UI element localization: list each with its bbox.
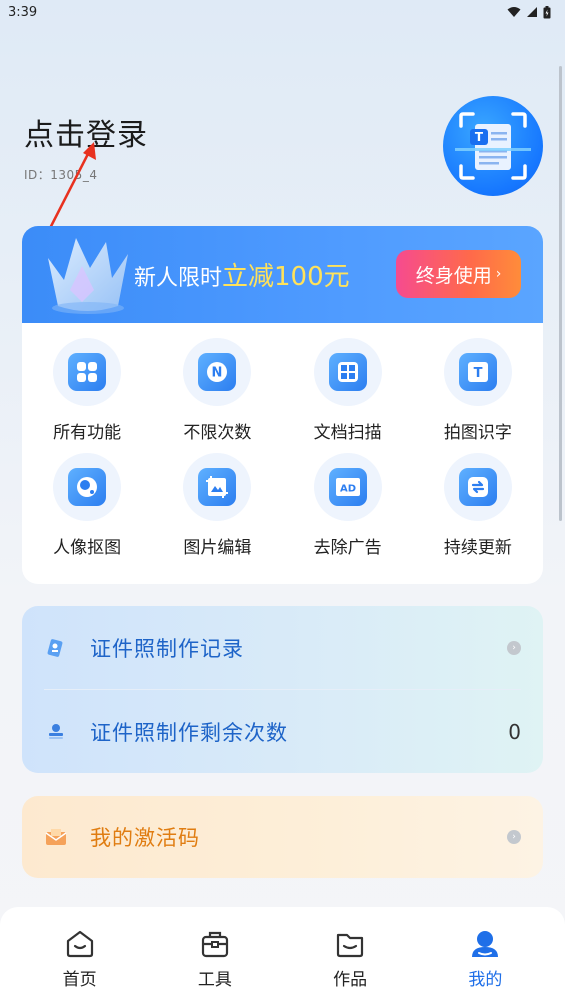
- grid-icon: [68, 353, 107, 391]
- chevron-right-icon: ›: [507, 640, 521, 655]
- n-badge-icon: N: [198, 353, 237, 391]
- svg-text:N: N: [212, 366, 223, 381]
- profile-icon: [472, 931, 499, 957]
- svg-text:T: T: [473, 366, 482, 381]
- feature-portrait-cutout[interactable]: 人像抠图: [22, 453, 152, 558]
- id-photo-records-row[interactable]: 证件照制作记录 ›: [22, 606, 543, 689]
- envelope-icon: [44, 825, 68, 849]
- feature-label: 不限次数: [183, 423, 252, 443]
- remaining-count: 0: [508, 719, 521, 744]
- home-icon: [66, 930, 93, 958]
- id-photo-records-label: 证件照制作记录: [90, 636, 244, 661]
- scan-app-logo[interactable]: T: [443, 96, 543, 196]
- id-photo-card: 证件照制作记录 › 证件照制作剩余次数 0: [22, 606, 543, 773]
- doc-scan-icon: [328, 353, 367, 391]
- chevron-right-icon: ›: [507, 830, 521, 844]
- nav-home[interactable]: 首页: [20, 907, 140, 1004]
- battery-icon: [543, 5, 551, 18]
- status-time: 3:39: [8, 4, 38, 20]
- feature-all-functions[interactable]: 所有功能: [22, 338, 152, 443]
- svg-text:T: T: [475, 130, 484, 144]
- scrollbar[interactable]: [559, 66, 562, 521]
- vip-banner[interactable]: 新人限时立减100元 终身使用 ›: [22, 226, 543, 323]
- nav-label: 首页: [62, 970, 97, 990]
- feature-image-edit[interactable]: 图片编辑: [152, 453, 282, 558]
- activation-code-label: 我的激活码: [90, 826, 200, 850]
- refresh-icon: [458, 468, 497, 506]
- nav-works[interactable]: 作品: [290, 907, 410, 1004]
- feature-label: 人像抠图: [53, 538, 122, 558]
- feature-label: 图片编辑: [183, 538, 252, 558]
- vip-promo-highlight: 立减100元: [222, 262, 350, 292]
- svg-text:AD: AD: [340, 484, 356, 495]
- document-scan-icon: T: [455, 112, 531, 180]
- vip-card: 新人限时立减100元 终身使用 › 所有功能 N 不限次数 文档扫描 T 拍图识…: [22, 226, 543, 584]
- signal-icon: [527, 7, 537, 17]
- text-recognition-icon: T: [458, 353, 497, 391]
- user-card-icon: [44, 720, 68, 744]
- feature-unlimited[interactable]: N 不限次数: [152, 338, 282, 443]
- feature-label: 文档扫描: [313, 423, 382, 443]
- chevron-right-icon: ›: [495, 266, 502, 282]
- feature-label: 去除广告: [313, 538, 382, 558]
- nav-label: 工具: [197, 970, 232, 990]
- portrait-cutout-icon: [68, 468, 107, 506]
- ad-remove-icon: AD: [328, 468, 367, 506]
- nav-label: 我的: [468, 970, 503, 990]
- lifetime-use-label: 终身使用: [415, 264, 492, 287]
- nav-tools[interactable]: 工具: [155, 907, 275, 1004]
- vip-crown-icon: [48, 238, 128, 314]
- lifetime-use-button[interactable]: 终身使用 ›: [396, 250, 521, 298]
- feature-label: 所有功能: [53, 423, 122, 443]
- activation-code-card: 我的激活码 ›: [22, 796, 543, 878]
- id-card-icon: [44, 636, 68, 660]
- vip-promo-prefix: 新人限时: [134, 266, 223, 291]
- feature-label: 持续更新: [443, 538, 512, 558]
- bottom-nav: 首页 工具 作品 我的: [0, 907, 565, 1004]
- nav-mine[interactable]: 我的: [425, 907, 545, 1004]
- toolbox-icon: [201, 931, 228, 958]
- feature-remove-ads[interactable]: AD 去除广告: [283, 453, 413, 558]
- folder-icon: [337, 933, 364, 958]
- vip-promo-text: 新人限时立减100元: [134, 256, 350, 293]
- activation-code-row[interactable]: 我的激活码 ›: [22, 796, 543, 878]
- image-edit-icon: [198, 468, 237, 506]
- feature-text-recognition[interactable]: T 拍图识字: [413, 338, 543, 443]
- feature-label: 拍图识字: [443, 423, 512, 443]
- status-bar: 3:39: [0, 0, 565, 24]
- nav-label: 作品: [333, 970, 368, 990]
- feature-continuous-update[interactable]: 持续更新: [413, 453, 543, 558]
- id-photo-remaining-row[interactable]: 证件照制作剩余次数 0: [22, 690, 543, 773]
- feature-grid: 所有功能 N 不限次数 文档扫描 T 拍图识字 人像抠图 图片编辑 AD 去除广…: [22, 338, 543, 558]
- wifi-icon: [507, 7, 521, 17]
- feature-doc-scan[interactable]: 文档扫描: [283, 338, 413, 443]
- id-photo-remaining-label: 证件照制作剩余次数: [90, 720, 288, 745]
